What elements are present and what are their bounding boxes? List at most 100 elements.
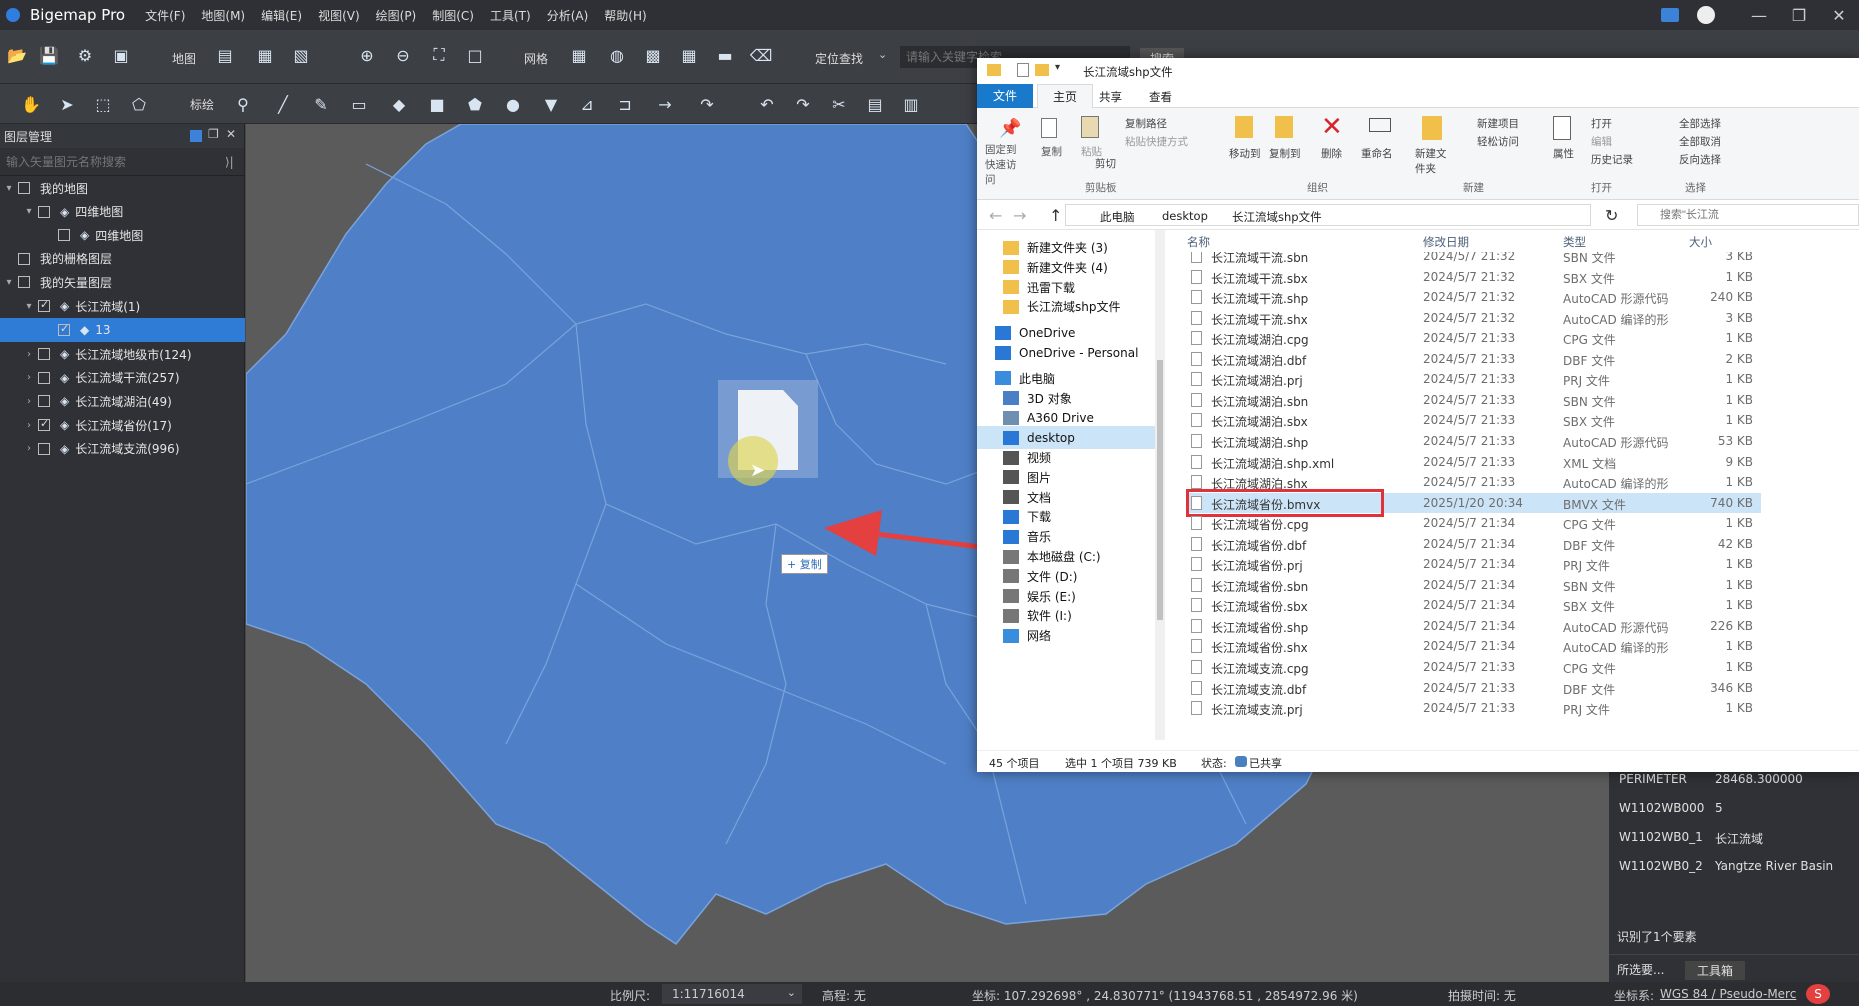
select-poly-icon[interactable]: ⬠ [128,93,150,115]
move-to-label[interactable]: 移动到 [1229,146,1261,161]
rename-label[interactable]: 重命名 [1361,146,1393,161]
undo-icon[interactable]: ↶ [756,93,778,115]
new-folder-label[interactable]: 新建文件夹 [1415,146,1451,176]
layer-tree-item[interactable]: › ◈ 长江流域支流(996) [0,437,245,461]
zoom-in-icon[interactable]: ⊕ [356,44,378,66]
menu-edit[interactable]: 编辑(E) [261,7,302,24]
new-item-label[interactable]: 新建项目 [1477,116,1519,131]
qat-chevron-icon[interactable]: ▾ [1055,62,1060,73]
delete-label[interactable]: 删除 [1321,146,1342,161]
layer-checkbox[interactable] [38,205,50,218]
layer-tree-item[interactable]: ▾ 我的矢量图层 [0,270,245,294]
layer-checkbox[interactable] [58,322,70,336]
layer-checkbox[interactable] [38,348,50,361]
menu-tools[interactable]: 工具(T) [490,7,531,24]
layer-tree-item[interactable]: › ◈ 长江流域省份(17) [0,413,245,437]
layer-tree-item[interactable]: › ◈ 长江流域干流(257) [0,366,245,390]
close-button[interactable]: ✕ [1819,6,1859,25]
expand-arrow-icon[interactable]: › [20,443,38,454]
table-icon[interactable]: ▤ [864,93,886,115]
file-row[interactable]: 长江流域支流.cpg 2024/5/7 21:33 CPG 文件 1 KB [1187,657,1761,677]
file-row[interactable]: 长江流域湖泊.shp.xml 2024/5/7 21:33 XML 文档 9 KB [1187,452,1761,472]
grid-button[interactable]: 网格 [524,50,548,67]
grid2-icon[interactable]: ▩ [642,44,664,66]
pen-icon[interactable]: ✎ [310,93,332,115]
select-none-label[interactable]: 全部取消 [1679,134,1721,149]
new-folder-icon[interactable] [1422,116,1442,140]
cut-label[interactable]: 剪切 [1095,156,1116,171]
forward-icon[interactable]: → [1013,206,1026,225]
delete-icon[interactable]: ✕ [1321,112,1343,142]
marker-icon[interactable]: ⚲ [232,93,254,115]
layer-filter-input[interactable] [0,150,225,173]
settings-icon[interactable]: ⚙ [74,44,96,66]
layer-tree-item[interactable]: 我的栅格图层 [0,247,245,271]
panel-close-icon[interactable]: ✕ [226,127,236,141]
image-icon[interactable]: ▣ [110,44,132,66]
expand-arrow-icon[interactable]: ▾ [0,277,18,288]
copy-to-label[interactable]: 复制到 [1269,146,1301,161]
up-icon[interactable]: ↑ [1049,206,1062,225]
layer-tree-item[interactable]: ▾ ◈ 四维地图 [0,200,245,224]
satellite-icon[interactable]: ▧ [290,44,312,66]
dock-icon[interactable] [190,130,202,142]
copy-path-label[interactable]: 复制路径 [1125,116,1167,131]
pentagon-icon[interactable]: ⬟ [464,93,486,115]
tab-share[interactable]: 共享 [1099,89,1122,105]
col-size[interactable]: 大小 [1689,234,1712,250]
layer-checkbox[interactable] [58,229,70,242]
expand-arrow-icon[interactable]: ▾ [20,206,38,217]
crop-icon[interactable]: ⊐ [614,93,636,115]
breadcrumb-desktop[interactable]: desktop [1162,209,1208,223]
tab-file[interactable]: 文件 [977,84,1033,108]
file-row[interactable]: 长江流域湖泊.shp 2024/5/7 21:33 AutoCAD 形源代码 53 K… [1187,431,1761,451]
square-icon[interactable]: ■ [426,93,448,115]
layer-tree-item[interactable]: ◈ 四维地图 [0,223,245,247]
layer-checkbox[interactable] [38,417,50,431]
file-row[interactable]: 长江流域省份.dbf 2024/5/7 21:34 DBF 文件 42 KB [1187,534,1761,554]
menu-analysis[interactable]: 分析(A) [547,7,589,24]
expand-arrow-icon[interactable]: ▾ [20,301,38,312]
open-folder-icon[interactable]: 📂 [6,44,28,66]
paste-icon[interactable] [1081,116,1099,138]
history-label[interactable]: 历史记录 [1591,152,1633,167]
chat-icon[interactable] [1661,8,1679,22]
file-row[interactable]: 长江流域湖泊.cpg 2024/5/7 21:33 CPG 文件 1 KB [1187,328,1761,348]
minimize-button[interactable]: — [1739,6,1779,25]
ime-icon[interactable]: S [1806,984,1830,1004]
rename-icon[interactable] [1369,118,1391,132]
locate-dropdown[interactable]: 定位查找 [815,50,863,67]
file-row[interactable]: 长江流域干流.sbx 2024/5/7 21:32 SBX 文件 1 KB [1187,267,1761,287]
terrain-icon[interactable]: ▦ [254,44,276,66]
layer-tree-item[interactable]: ▾ 我的地图 [0,176,245,200]
copy-to-icon[interactable] [1275,116,1293,138]
menu-cartography[interactable]: 制图(C) [432,7,474,24]
open-label[interactable]: 打开 [1591,116,1612,131]
line-icon[interactable]: ╱ [272,93,294,115]
select-rect-icon[interactable]: ⬚ [92,93,114,115]
layer-tree-item[interactable]: › ◈ 长江流域湖泊(49) [0,389,245,413]
user-avatar[interactable] [1697,6,1715,24]
file-row[interactable]: 长江流域省份.cpg 2024/5/7 21:34 CPG 文件 1 KB [1187,513,1761,533]
properties-icon[interactable] [1553,116,1571,140]
menu-help[interactable]: 帮助(H) [604,7,646,24]
expand-arrow-icon[interactable]: › [20,349,38,360]
breadcrumb-pc[interactable]: 此电脑 [1100,209,1135,225]
layer-map-icon[interactable]: ▤ [214,44,236,66]
menu-file[interactable]: 文件(F) [145,7,185,24]
edit-label[interactable]: 编辑 [1591,134,1612,149]
file-row[interactable]: 长江流域湖泊.dbf 2024/5/7 21:33 DBF 文件 2 KB [1187,349,1761,369]
layer-tree-item[interactable]: ▾ ◈ 长江流域(1) [0,294,245,318]
invert-selection-label[interactable]: 反向选择 [1679,152,1721,167]
menu-map[interactable]: 地图(M) [201,7,245,24]
col-name[interactable]: 名称 [1187,234,1210,250]
file-row[interactable]: 长江流域湖泊.prj 2024/5/7 21:33 PRJ 文件 1 KB [1187,369,1761,389]
select-all-label[interactable]: 全部选择 [1679,116,1721,131]
layer-checkbox[interactable] [38,298,50,312]
expand-arrow-icon[interactable]: › [20,396,38,407]
easy-access-label[interactable]: 轻松访问 [1477,134,1519,149]
file-row[interactable]: 长江流域湖泊.sbn 2024/5/7 21:33 SBN 文件 1 KB [1187,390,1761,410]
paste-shortcut-label[interactable]: 粘贴快捷方式 [1125,134,1188,149]
rectangle-icon[interactable]: ▭ [348,93,370,115]
zoom-extent-icon[interactable]: ⛶ [428,44,450,66]
